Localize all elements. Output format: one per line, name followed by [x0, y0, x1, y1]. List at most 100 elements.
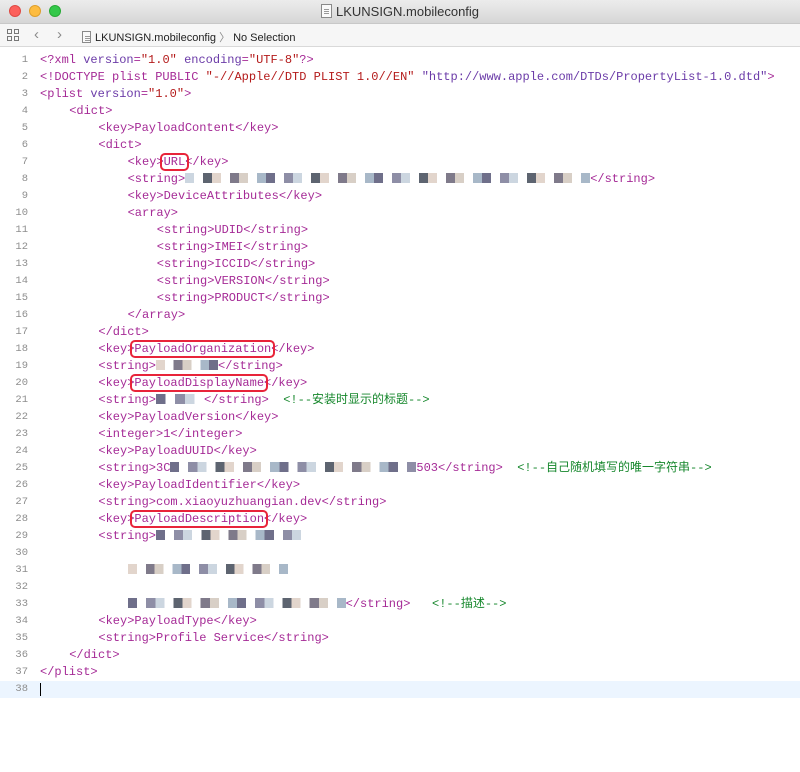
code-token: <key>: [98, 376, 135, 390]
code-token: "1.0": [140, 53, 177, 67]
code-line[interactable]: 32: [0, 579, 800, 596]
code-text: <key>PayloadContent</key>: [98, 120, 278, 137]
redacted-value: [156, 360, 218, 370]
code-token: <?xml: [40, 53, 84, 67]
jump-bar: ‹ › LKUNSIGN.mobileconfig 〉 No Selection: [0, 24, 800, 47]
code-token: </integer>: [170, 427, 243, 441]
code-token: </string>: [321, 495, 387, 509]
code-token: "http://www.apple.com/DTDs/PropertyList-…: [421, 70, 768, 84]
redacted-value: [127, 564, 288, 574]
line-number: 9: [21, 190, 28, 202]
code-token: </string>: [438, 461, 503, 475]
code-token: </plist>: [40, 665, 98, 679]
breadcrumb-selection[interactable]: No Selection: [233, 32, 295, 44]
code-line[interactable]: 11 <string>UDID</string>: [0, 222, 800, 239]
code-line[interactable]: 22 <key>PayloadVersion</key>: [0, 409, 800, 426]
code-line[interactable]: 9 <key>DeviceAttributes</key>: [0, 188, 800, 205]
code-line[interactable]: 27 <string>com.xiaoyuzhuangian.dev</strin…: [0, 494, 800, 511]
code-token: <key>: [98, 512, 135, 526]
line-number: 30: [15, 547, 28, 559]
code-line[interactable]: 6 <dict>: [0, 137, 800, 154]
code-line[interactable]: 18 <key>PayloadOrganization</key>: [0, 341, 800, 358]
code-token: <dict>: [98, 138, 142, 152]
code-editor[interactable]: 1 <?xml version="1.0" encoding="UTF-8"?> 2…: [0, 49, 800, 772]
code-line[interactable]: 35 <string>Profile Service</string>: [0, 630, 800, 647]
code-line[interactable]: 7 <key>URL</key>: [0, 154, 800, 171]
code-text: </string> <!--描述-->: [127, 596, 506, 613]
code-line[interactable]: 28 <key>PayloadDescription</key>: [0, 511, 800, 528]
line-number: 35: [15, 632, 28, 644]
code-line[interactable]: 25 <string>3C 503</string> <!--自己随机填写的唯一字符…: [0, 460, 800, 477]
line-number: 7: [21, 156, 28, 168]
code-text: <string>ICCID</string>: [157, 256, 315, 273]
code-text: <string>: [98, 528, 310, 545]
code-token: <string>: [156, 291, 215, 305]
breadcrumb-file[interactable]: LKUNSIGN.mobileconfig: [95, 32, 216, 44]
code-text: <key>PayloadIdentifier</key>: [98, 477, 300, 494]
line-number: 17: [15, 326, 28, 338]
code-text: <!DOCTYPE plist PUBLIC "-//Apple//DTD PL…: [40, 69, 775, 86]
code-token: PayloadContent: [134, 121, 236, 135]
code-line[interactable]: 31: [0, 562, 800, 579]
code-token: </string>: [218, 359, 283, 373]
code-line[interactable]: 36 </dict>: [0, 647, 800, 664]
code-token: <string>: [98, 461, 156, 475]
code-line[interactable]: 21 <string> </string> <!--安装时显示的标题-->: [0, 392, 800, 409]
line-number: 3: [21, 88, 28, 100]
code-text: <string>IMEI</string>: [157, 239, 308, 256]
code-line[interactable]: 13 <string>ICCID</string>: [0, 256, 800, 273]
code-token: PayloadVersion: [134, 410, 236, 424]
code-line[interactable]: 29 <string>: [0, 528, 800, 545]
code-token: DeviceAttributes: [163, 189, 279, 203]
code-line[interactable]: 17 </dict>: [0, 324, 800, 341]
code-token: PayloadIdentifier: [134, 478, 257, 492]
line-number: 15: [15, 292, 28, 304]
code-line[interactable]: 4 <dict>: [0, 103, 800, 120]
highlight-box: [130, 510, 269, 528]
code-line[interactable]: 2 <!DOCTYPE plist PUBLIC "-//Apple//DTD P…: [0, 69, 800, 86]
code-token: <string>: [98, 495, 156, 509]
code-line[interactable]: 20 <key>PayloadDisplayName</key>: [0, 375, 800, 392]
code-text: <array>: [128, 205, 178, 222]
code-line[interactable]: 19 <string> </string>: [0, 358, 800, 375]
redacted-value: [156, 394, 204, 404]
related-items-grid-icon[interactable]: [7, 29, 20, 42]
code-line[interactable]: 34 <key>PayloadType</key>: [0, 613, 800, 630]
code-line[interactable]: 30: [0, 545, 800, 562]
code-line[interactable]: 5 <key>PayloadContent</key>: [0, 120, 800, 137]
code-line[interactable]: 33 </string> <!--描述-->: [0, 596, 800, 613]
code-token: </string>: [264, 291, 330, 305]
code-token: </key>: [264, 512, 308, 526]
code-line[interactable]: 24 <key>PayloadUUID</key>: [0, 443, 800, 460]
line-number: 22: [15, 411, 28, 423]
code-token: 3C: [156, 461, 171, 475]
code-text: <key>PayloadType</key>: [98, 613, 256, 630]
code-token: =: [241, 53, 249, 67]
code-line[interactable]: 38: [0, 681, 800, 698]
line-number: 14: [15, 275, 28, 287]
code-text: <string>com.xiaoyuzhuangian.dev</string>: [98, 494, 386, 511]
code-line[interactable]: 14 <string>VERSION</string>: [0, 273, 800, 290]
back-chevron-icon[interactable]: ‹: [34, 26, 39, 44]
code-line[interactable]: 8 <string> </string>: [0, 171, 800, 188]
code-line[interactable]: 3 <plist version="1.0">: [0, 86, 800, 103]
line-number: 12: [15, 241, 28, 253]
code-line[interactable]: 16 </array>: [0, 307, 800, 324]
code-token: <string>: [156, 257, 215, 271]
code-text: <plist version="1.0">: [40, 86, 191, 103]
redacted-value: [127, 598, 346, 608]
code-token: </key>: [256, 478, 301, 492]
code-line[interactable]: 15 <string>PRODUCT</string>: [0, 290, 800, 307]
code-line[interactable]: 26 <key>PayloadIdentifier</key>: [0, 477, 800, 494]
redacted-value: [185, 173, 591, 183]
forward-chevron-icon[interactable]: ›: [57, 26, 62, 44]
code-token: <dict>: [69, 104, 113, 118]
code-line[interactable]: 23 <integer>1</integer>: [0, 426, 800, 443]
code-line[interactable]: 10 <array>: [0, 205, 800, 222]
code-token: version: [83, 53, 134, 67]
code-line[interactable]: 1 <?xml version="1.0" encoding="UTF-8"?>: [0, 52, 800, 69]
code-line[interactable]: 37 </plist>: [0, 664, 800, 681]
highlight-box: [130, 374, 269, 392]
line-number: 27: [15, 496, 28, 508]
code-line[interactable]: 12 <string>IMEI</string>: [0, 239, 800, 256]
